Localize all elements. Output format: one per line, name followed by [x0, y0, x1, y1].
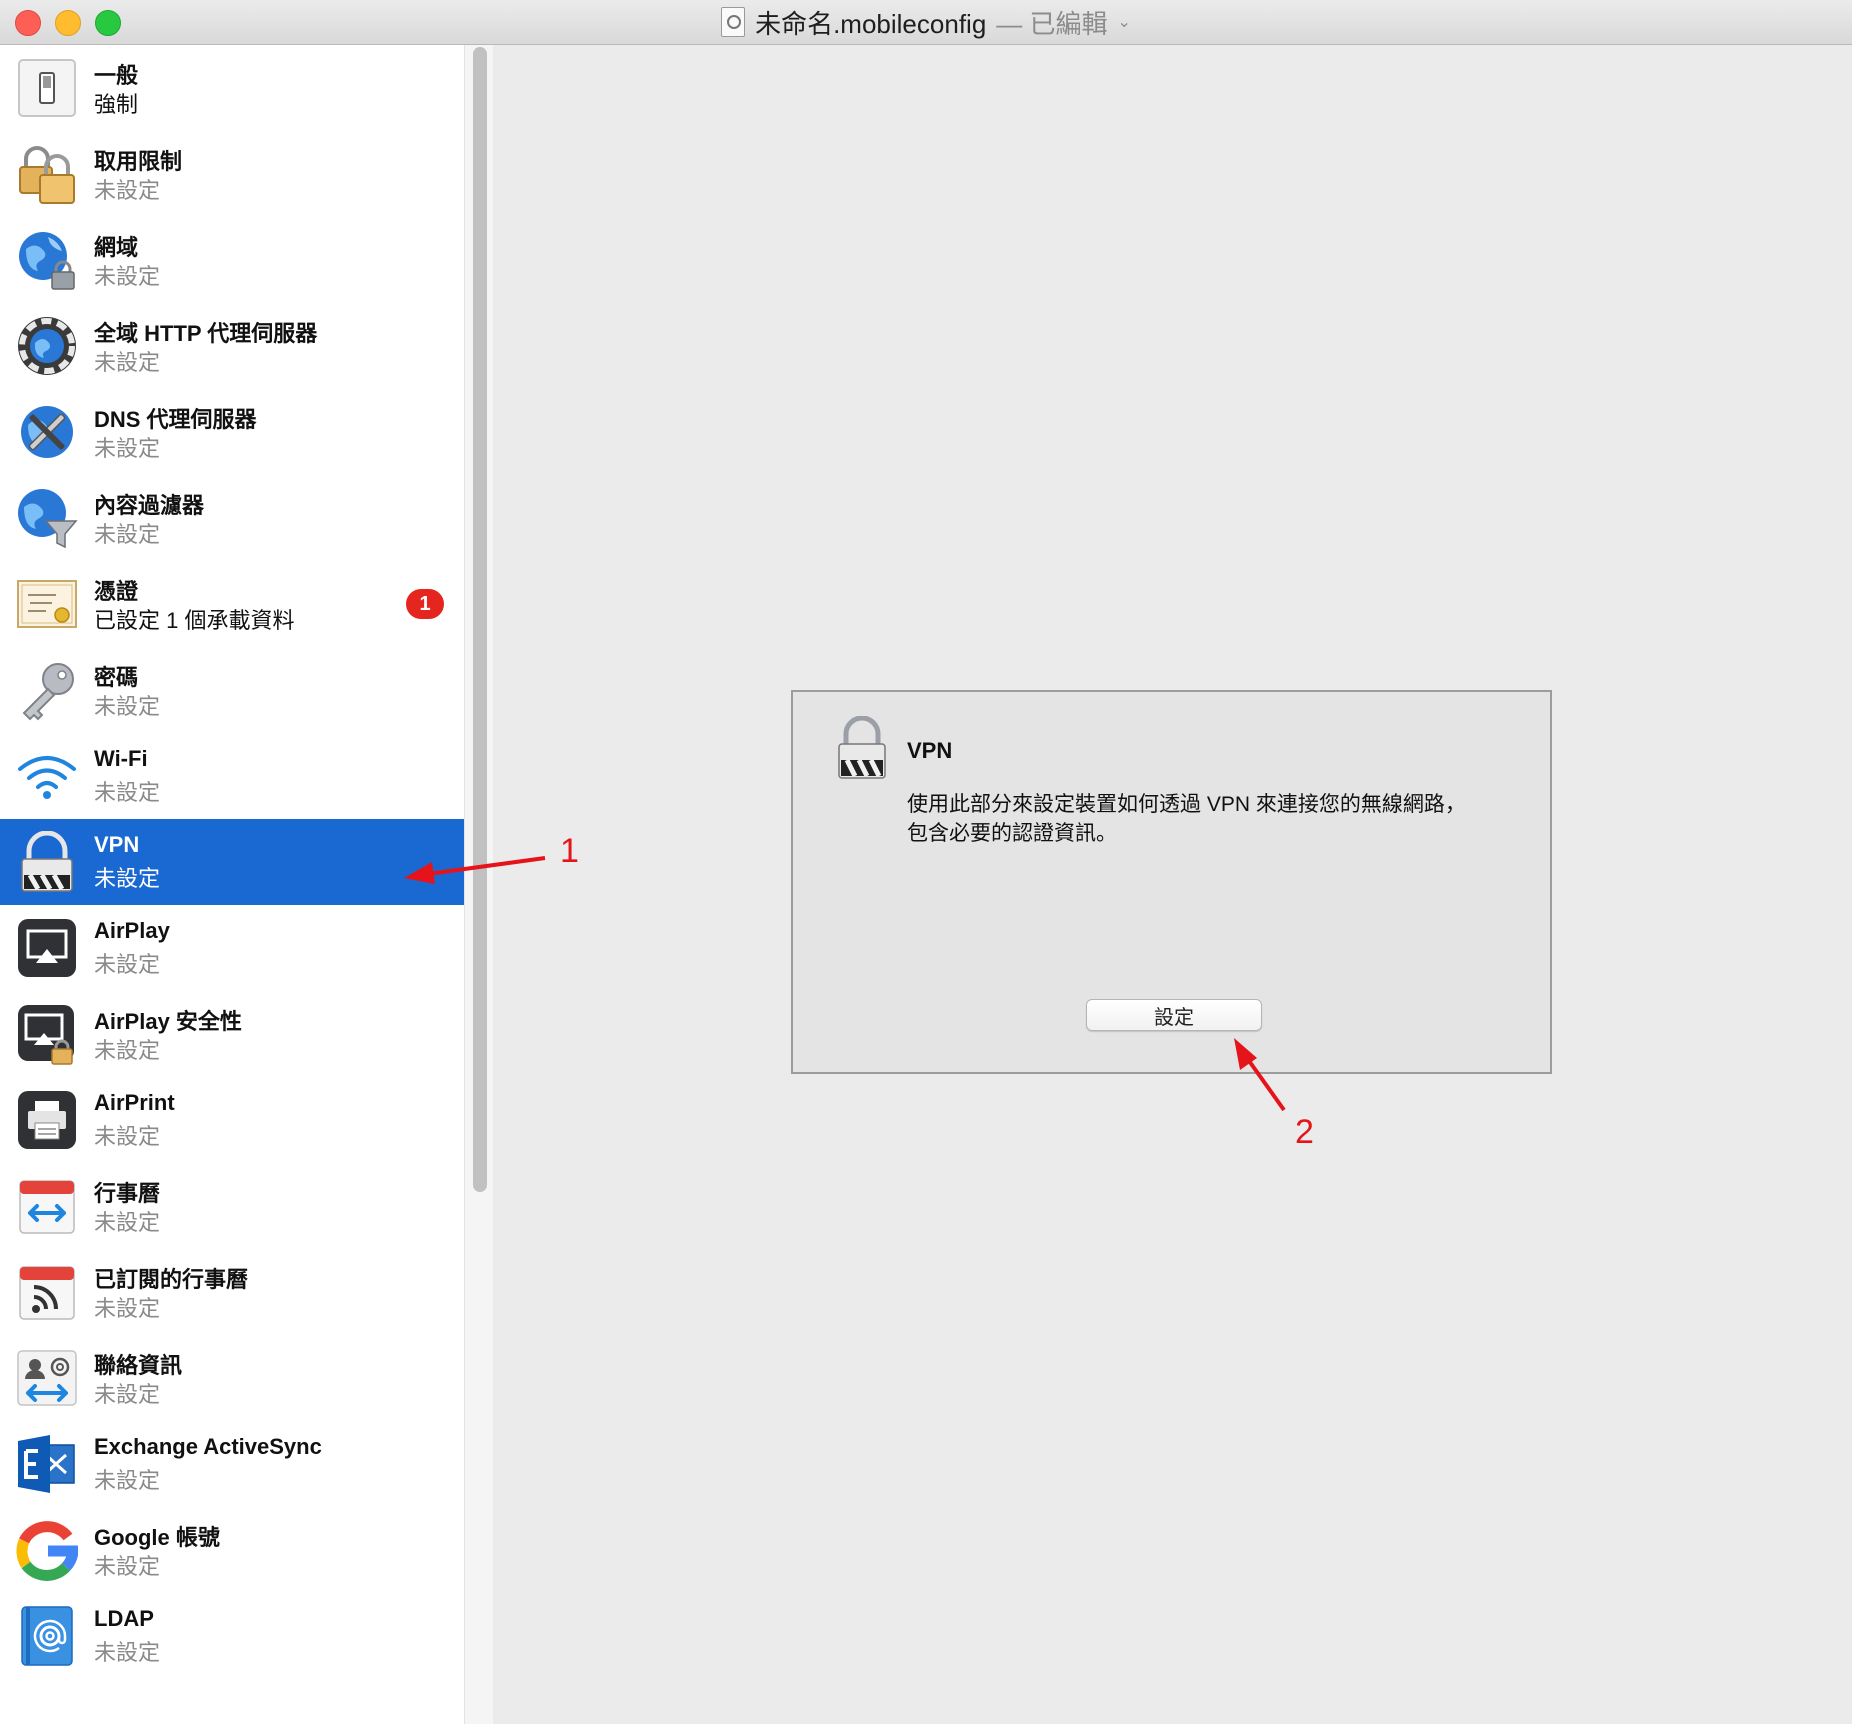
annotation-number-1: 1	[560, 832, 579, 870]
sidebar-item-label: 網域	[94, 235, 139, 260]
annotation-number-2: 2	[1295, 1113, 1314, 1151]
sidebar-item-label: 已訂閱的行事曆	[94, 1267, 249, 1292]
panel-description-line: 包含必要的認證資訊。	[907, 822, 1117, 845]
sidebar-item-airplay-security[interactable]: AirPlay 安全性 未設定	[0, 991, 464, 1077]
key-icon	[16, 659, 78, 721]
calendar-subscribe-icon	[16, 1261, 78, 1323]
globe-tools-icon	[16, 401, 78, 463]
payload-count-badge: 1	[406, 589, 444, 619]
sidebar-item-label: Exchange ActiveSync	[94, 1434, 322, 1459]
sidebar-item-status: 未設定	[94, 178, 161, 203]
sidebar-item-contacts[interactable]: 聯絡資訊 未設定	[0, 1335, 464, 1421]
padlocks-icon	[16, 143, 78, 205]
document-proxy-icon[interactable]	[721, 7, 746, 37]
vpn-lock-icon	[835, 715, 889, 780]
sidebar-item-label: VPN	[94, 832, 140, 857]
sidebar-item-subscribed-calendars[interactable]: 已訂閱的行事曆 未設定	[0, 1249, 464, 1335]
vpn-configure-panel: VPN 使用此部分來設定裝置如何透過 VPN 來連接您的無線網路， 包含必要的認…	[791, 690, 1552, 1074]
sidebar-item-global-http-proxy[interactable]: 全域 HTTP 代理伺服器 未設定	[0, 303, 464, 389]
google-icon	[16, 1519, 78, 1581]
airplay-security-icon	[16, 1003, 78, 1065]
sidebar-item-status: 未設定	[94, 1296, 161, 1321]
sidebar-item-label: AirPlay	[94, 918, 170, 943]
sidebar-scrollbar[interactable]	[464, 45, 494, 1724]
sidebar-item-label: AirPrint	[94, 1090, 175, 1115]
sidebar-item-status: 未設定	[94, 1640, 161, 1665]
sidebar-item-vpn[interactable]: VPN 未設定	[0, 819, 464, 905]
vpn-lock-icon	[16, 831, 78, 893]
sidebar-item-dns-proxy[interactable]: DNS 代理伺服器 未設定	[0, 389, 464, 475]
sidebar-item-ldap[interactable]: LDAP 未設定	[0, 1593, 464, 1679]
sidebar-item-status: 未設定	[94, 694, 161, 719]
sidebar-item-label: 全域 HTTP 代理伺服器	[94, 321, 318, 346]
sidebar-item-status: 未設定	[94, 436, 161, 461]
window-title-group[interactable]: 未命名.mobileconfig — 已編輯 ⌄	[0, 0, 1852, 44]
sidebar-item-label: 內容過濾器	[94, 493, 205, 518]
sidebar-item-airprint[interactable]: AirPrint 未設定	[0, 1077, 464, 1163]
ldap-icon	[16, 1605, 78, 1667]
sidebar-item-label: Wi-Fi	[94, 746, 148, 771]
sidebar-item-status: 未設定	[94, 1124, 161, 1149]
sidebar-item-general[interactable]: 一般 強制	[0, 45, 464, 131]
configure-button[interactable]: 設定	[1086, 999, 1262, 1031]
sidebar-scroll-thumb[interactable]	[473, 47, 487, 1192]
sidebar-item-passcode[interactable]: 密碼 未設定	[0, 647, 464, 733]
sidebar-item-status: 未設定	[94, 350, 161, 375]
sidebar-item-status: 未設定	[94, 264, 161, 289]
sidebar-item-label: AirPlay 安全性	[94, 1009, 242, 1034]
edit-status: — 已編輯	[996, 8, 1108, 39]
sidebar-item-status: 未設定	[94, 1382, 161, 1407]
sidebar-item-status: 未設定	[94, 1468, 161, 1493]
sidebar-item-wifi[interactable]: Wi-Fi 未設定	[0, 733, 464, 819]
wifi-icon	[16, 745, 78, 807]
window-title: 未命名.mobileconfig	[755, 8, 987, 39]
exchange-icon	[16, 1433, 78, 1495]
sidebar-item-label: LDAP	[94, 1606, 154, 1631]
sidebar-item-calendar[interactable]: 行事曆 未設定	[0, 1163, 464, 1249]
contacts-icon	[16, 1347, 78, 1409]
sidebar-item-label: Google 帳號	[94, 1525, 220, 1550]
airplay-icon	[16, 917, 78, 979]
chevron-down-icon[interactable]: ⌄	[1118, 12, 1131, 32]
printer-icon	[16, 1089, 78, 1151]
sidebar-item-certificates[interactable]: 憑證 已設定 1 個承載資料 1	[0, 561, 464, 647]
switch-icon	[16, 57, 78, 119]
sidebar-item-status: 未設定	[94, 780, 161, 805]
globe-lock-icon	[16, 229, 78, 291]
certificate-icon	[16, 573, 78, 635]
title-bar: 未命名.mobileconfig — 已編輯 ⌄	[0, 0, 1852, 45]
sidebar-item-status: 已設定 1 個承載資料	[94, 608, 295, 633]
app-window: 未命名.mobileconfig — 已編輯 ⌄ 一般 強制 取用限制 未設定	[0, 0, 1852, 1724]
sidebar-item-label: 行事曆	[94, 1181, 161, 1206]
calendar-sync-icon	[16, 1175, 78, 1237]
sidebar-item-label: 密碼	[94, 665, 139, 690]
sidebar-item-status: 未設定	[94, 522, 161, 547]
sidebar-item-label: 聯絡資訊	[94, 1353, 183, 1378]
sidebar-item-status: 未設定	[94, 952, 161, 977]
sidebar-item-status: 未設定	[94, 1210, 161, 1235]
sidebar-item-exchange-activesync[interactable]: Exchange ActiveSync 未設定	[0, 1421, 464, 1507]
sidebar-item-status: 強制	[94, 92, 139, 117]
sidebar-item-content-filter[interactable]: 內容過濾器 未設定	[0, 475, 464, 561]
sidebar-item-label: DNS 代理伺服器	[94, 407, 257, 432]
sidebar-item-status: 未設定	[94, 866, 161, 891]
sidebar-item-airplay[interactable]: AirPlay 未設定	[0, 905, 464, 991]
sidebar-item-label: 憑證	[94, 579, 139, 604]
sidebar-item-domains[interactable]: 網域 未設定	[0, 217, 464, 303]
sidebar-item-label: 取用限制	[94, 149, 183, 174]
sidebar-item-restrictions[interactable]: 取用限制 未設定	[0, 131, 464, 217]
globe-filter-icon	[16, 487, 78, 549]
payload-sidebar: 一般 強制 取用限制 未設定 網域 未設定 全域 HTTP 代理伺服器 未設定	[0, 45, 464, 1724]
sidebar-item-status: 未設定	[94, 1038, 161, 1063]
panel-title: VPN	[907, 738, 953, 763]
globe-proxy-icon	[16, 315, 78, 377]
sidebar-item-google-account[interactable]: Google 帳號 未設定	[0, 1507, 464, 1593]
sidebar-item-label: 一般	[94, 63, 139, 88]
panel-description: 使用此部分來設定裝置如何透過 VPN 來連接您的無線網路， 包含必要的認證資訊。	[907, 790, 1507, 848]
panel-description-line: 使用此部分來設定裝置如何透過 VPN 來連接您的無線網路，	[907, 793, 1466, 816]
sidebar-item-status: 未設定	[94, 1554, 161, 1579]
